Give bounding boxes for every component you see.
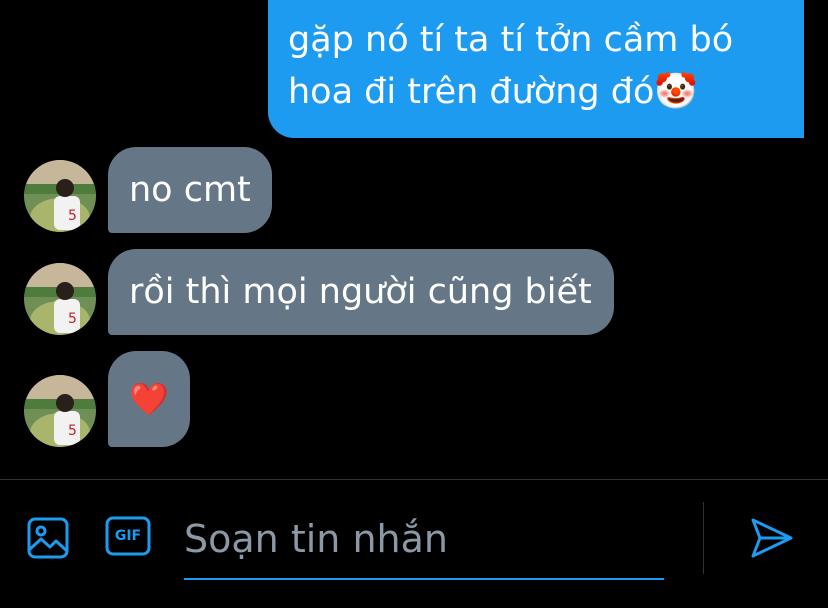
message-text-line: gặp nó tí ta tí tởn cầm bó	[288, 20, 734, 60]
svg-text:5: 5	[68, 423, 77, 439]
gif-button[interactable]: GIF	[105, 516, 151, 556]
avatar[interactable]: 5	[24, 375, 96, 447]
message-text-line: hoa đi trên đường đó🤡	[288, 72, 698, 112]
received-message-bubble[interactable]: no cmt	[108, 147, 272, 233]
avatar[interactable]: 5	[24, 263, 96, 335]
gif-label: GIF	[114, 528, 142, 544]
composer-divider	[0, 479, 828, 480]
svg-text:5: 5	[68, 311, 77, 327]
received-message-bubble[interactable]: rồi thì mọi người cũng biết	[108, 249, 614, 335]
image-icon[interactable]	[26, 516, 70, 560]
heart-emoji: ❤️	[129, 380, 169, 418]
received-message-bubble[interactable]: ❤️	[108, 351, 190, 447]
sent-message-bubble[interactable]: gặp nó tí ta tí tởn cầm bó hoa đi trên đ…	[268, 0, 804, 138]
composer-separator	[703, 502, 704, 574]
svg-text:5: 5	[68, 208, 77, 224]
avatar[interactable]: 5	[24, 160, 96, 232]
message-input[interactable]: Soạn tin nhắn	[184, 506, 664, 580]
send-icon[interactable]	[748, 514, 796, 562]
